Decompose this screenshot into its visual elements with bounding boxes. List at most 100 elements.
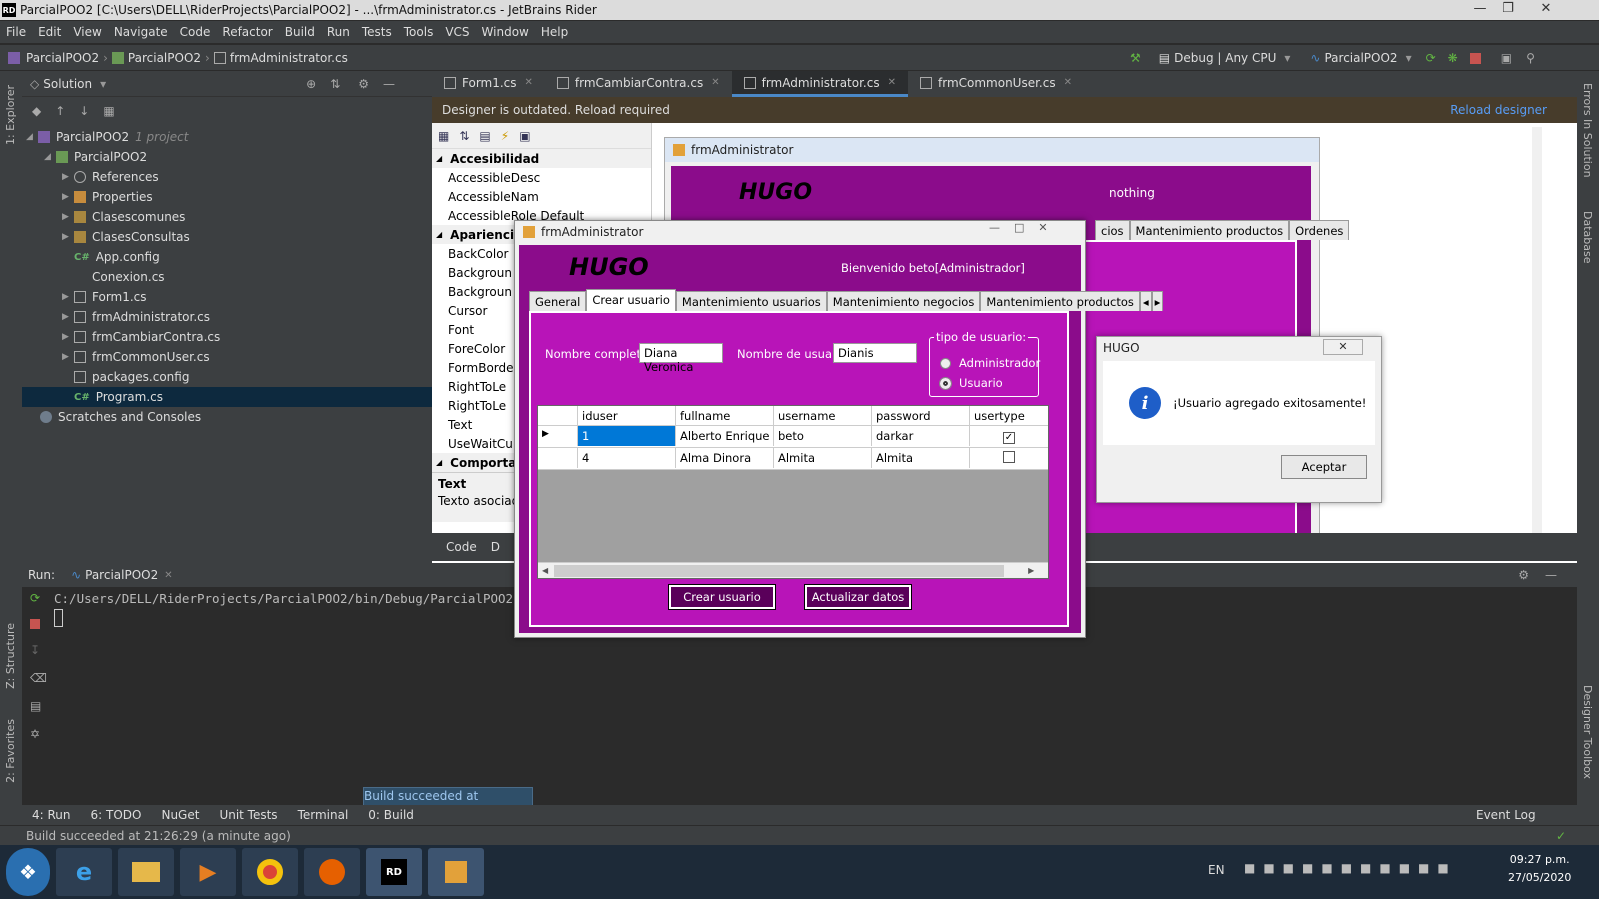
language-indicator[interactable]: EN bbox=[1208, 863, 1225, 877]
start-button[interactable]: ❖ bbox=[6, 848, 50, 896]
sort-az-icon[interactable]: ⇅ bbox=[459, 129, 469, 143]
errors-tool-tab[interactable]: Errors In Solution bbox=[1581, 83, 1594, 178]
terminal-toolwindow[interactable]: Terminal bbox=[298, 808, 349, 822]
unit-tests-toolwindow[interactable]: Unit Tests bbox=[219, 808, 277, 822]
prop-category[interactable]: ◢ Accesibilidad bbox=[432, 149, 651, 168]
tab-frmcommonuser[interactable]: frmCommonUser.cs ✕ bbox=[908, 71, 1084, 97]
tree-item-references[interactable]: ▶ References bbox=[22, 167, 432, 187]
cell-usertype[interactable]: ✓ bbox=[970, 426, 1048, 446]
menu-edit[interactable]: Edit bbox=[32, 25, 67, 39]
breadcrumb-solution[interactable]: ParcialPOO2 bbox=[26, 51, 99, 65]
hide-icon[interactable]: — bbox=[1545, 568, 1557, 582]
column-header[interactable]: username bbox=[774, 406, 872, 426]
breadcrumb-project[interactable]: ParcialPOO2 bbox=[128, 51, 201, 65]
preview-tab[interactable]: cios bbox=[1095, 220, 1130, 240]
designer-scrollbar[interactable] bbox=[1532, 127, 1542, 537]
maximize-button[interactable]: □ bbox=[1014, 221, 1024, 234]
minimize-button[interactable]: — bbox=[989, 221, 1000, 234]
gear-icon[interactable]: ⚙ bbox=[358, 77, 369, 91]
tab-general[interactable]: General bbox=[529, 291, 587, 311]
debug-bug-icon[interactable]: ❋ bbox=[1448, 51, 1458, 65]
scroll-thumb[interactable] bbox=[554, 564, 1005, 577]
tree-item-properties[interactable]: ▶ Properties bbox=[22, 187, 432, 207]
show-all-icon[interactable]: ◆ bbox=[32, 104, 41, 118]
layout-icon[interactable]: ▣ bbox=[1501, 51, 1512, 65]
tab-crear-usuario[interactable]: Crear usuario bbox=[586, 289, 676, 311]
menu-tests[interactable]: Tests bbox=[356, 25, 398, 39]
tab-mantenimiento-productos[interactable]: Mantenimiento productos bbox=[980, 291, 1140, 311]
cell-fullname[interactable]: Alma Dinora bbox=[676, 448, 774, 468]
close-button[interactable]: ✕ bbox=[1323, 339, 1363, 355]
rerun-icon[interactable]: ⟳ bbox=[1426, 51, 1436, 65]
trash-icon[interactable]: ⌫ bbox=[30, 671, 47, 685]
designer-toolbox-tab[interactable]: Designer Toolbox bbox=[1581, 685, 1594, 779]
menu-vcs[interactable]: VCS bbox=[439, 25, 475, 39]
menu-file[interactable]: File bbox=[0, 25, 32, 39]
prop-row[interactable]: AccessibleNam bbox=[432, 187, 651, 206]
tree-item-program[interactable]: C# Program.cs bbox=[22, 387, 432, 407]
solution-view-dropdown[interactable]: Solution bbox=[43, 77, 92, 91]
designer-tab[interactable]: D bbox=[491, 540, 500, 554]
scroll-end-icon[interactable]: ↧ bbox=[30, 643, 47, 657]
media-taskbar-button[interactable]: ▶ bbox=[180, 848, 236, 896]
scroll-right-icon[interactable]: ▶ bbox=[1028, 566, 1034, 575]
menu-refactor[interactable]: Refactor bbox=[216, 25, 278, 39]
pin-icon[interactable]: ✡ bbox=[30, 727, 47, 741]
aceptar-button[interactable]: Aceptar bbox=[1281, 455, 1367, 479]
column-header[interactable]: fullname bbox=[676, 406, 774, 426]
configuration-dropdown[interactable]: Debug | Any CPU bbox=[1174, 51, 1276, 65]
tab-scroll-right-icon[interactable]: ▸ bbox=[1151, 291, 1164, 311]
close-button[interactable]: ✕ bbox=[1532, 0, 1560, 18]
cell-iduser[interactable]: 4 bbox=[578, 448, 676, 468]
tree-item-conexion[interactable]: Conexion.cs bbox=[22, 267, 432, 287]
stop-icon[interactable] bbox=[1469, 52, 1481, 64]
menu-build[interactable]: Build bbox=[279, 25, 321, 39]
table-row[interactable]: ▶ 1 Alberto Enrique beto darkar ✓ bbox=[538, 426, 1048, 448]
tree-item-solution[interactable]: ◢ ParcialPOO2 1 project bbox=[22, 127, 432, 147]
tab-mantenimiento-negocios[interactable]: Mantenimiento negocios bbox=[826, 291, 981, 311]
console-cursor[interactable] bbox=[54, 609, 63, 627]
radio-administrador[interactable]: Administrador bbox=[940, 356, 1040, 370]
hide-icon[interactable]: — bbox=[383, 77, 395, 91]
nuget-toolwindow[interactable]: NuGet bbox=[161, 808, 199, 822]
search-icon[interactable]: ⚲ bbox=[1526, 51, 1535, 65]
database-tool-tab[interactable]: Database bbox=[1581, 211, 1594, 264]
preview-tab[interactable]: Ordenes bbox=[1289, 220, 1350, 240]
events-icon[interactable]: ⚡ bbox=[501, 129, 509, 143]
tree-item-form1[interactable]: ▶ Form1.cs bbox=[22, 287, 432, 307]
tab-frmcambiarcontra[interactable]: frmCambiarContra.cs ✕ bbox=[545, 71, 732, 97]
code-tab[interactable]: Code bbox=[446, 540, 477, 554]
locate-icon[interactable]: ⊕ bbox=[306, 77, 316, 91]
clock[interactable]: 09:27 p.m. 27/05/2020 bbox=[1508, 851, 1571, 887]
firefox-taskbar-button[interactable] bbox=[304, 848, 360, 896]
menu-window[interactable]: Window bbox=[476, 25, 535, 39]
menu-code[interactable]: Code bbox=[174, 25, 217, 39]
event-log-toolwindow[interactable]: Event Log bbox=[1476, 808, 1536, 822]
favorites-tool-tab[interactable]: 2: Favorites bbox=[4, 719, 17, 783]
explorer-taskbar-button[interactable] bbox=[118, 848, 174, 896]
table-row[interactable]: 4 Alma Dinora Almita Almita bbox=[538, 448, 1048, 470]
tree-item-clasesconsultas[interactable]: ▶ ClasesConsultas bbox=[22, 227, 432, 247]
nombre-usuario-input[interactable]: Dianis bbox=[833, 343, 917, 363]
menu-navigate[interactable]: Navigate bbox=[108, 25, 174, 39]
ie-taskbar-button[interactable]: e bbox=[56, 848, 112, 896]
collapse-icon[interactable]: ⇅ bbox=[330, 77, 340, 91]
radio-usuario[interactable]: Usuario bbox=[939, 376, 1003, 390]
tab-form1[interactable]: Form1.cs ✕ bbox=[432, 71, 545, 97]
close-button[interactable]: ✕ bbox=[1038, 221, 1047, 234]
tree-item-app-config[interactable]: C# App.config bbox=[22, 247, 432, 267]
tree-item-frmcommonuser[interactable]: ▶ frmCommonUser.cs bbox=[22, 347, 432, 367]
rerun-icon[interactable]: ⟳ bbox=[30, 591, 47, 605]
preview-tab[interactable]: Mantenimiento productos bbox=[1129, 220, 1290, 240]
menu-tools[interactable]: Tools bbox=[398, 25, 440, 39]
restore-button[interactable]: ❐ bbox=[1494, 0, 1522, 18]
cell-iduser[interactable]: 1 bbox=[578, 426, 676, 446]
checkbox-checked-icon[interactable]: ✓ bbox=[1003, 432, 1015, 444]
cell-fullname[interactable]: Alberto Enrique bbox=[676, 426, 774, 446]
tab-mantenimiento-usuarios[interactable]: Mantenimiento usuarios bbox=[675, 291, 827, 311]
layout-icon[interactable]: ▤ bbox=[30, 699, 47, 713]
build-hammer-icon[interactable]: ⚒ bbox=[1130, 51, 1141, 65]
cell-password[interactable]: darkar bbox=[872, 426, 970, 446]
cell-username[interactable]: beto bbox=[774, 426, 872, 446]
stop-icon[interactable] bbox=[30, 619, 40, 629]
